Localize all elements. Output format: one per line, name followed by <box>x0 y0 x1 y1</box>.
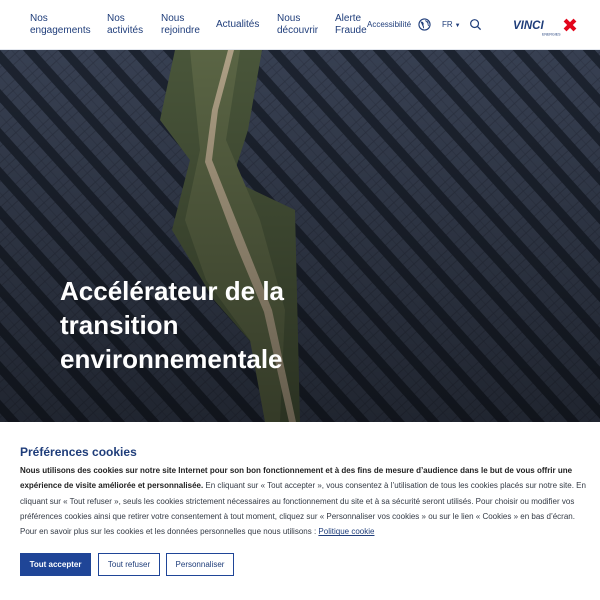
customize-button[interactable]: Personnaliser <box>166 553 234 576</box>
cookie-title: Préférences cookies <box>20 445 137 459</box>
cookie-policy-link[interactable]: Politique cookie <box>318 527 374 536</box>
site-header: Nos engagements Nos activités Nous rejoi… <box>0 0 600 50</box>
accessibility-link[interactable]: Accessibilité <box>367 20 411 30</box>
page: Nos engagements Nos activités Nous rejoi… <box>0 0 600 600</box>
search-icon[interactable] <box>469 18 482 31</box>
logo-subtitle: ENERGIES <box>542 33 561 37</box>
cookie-description: Nous utilisons des cookies sur notre sit… <box>20 463 588 539</box>
cookie-consent-panel: Préférences cookies Nous utilisons des c… <box>0 422 600 600</box>
logo-wordmark: VINCI <box>513 20 544 32</box>
chevron-down-icon: ▼ <box>454 23 461 29</box>
accept-all-button[interactable]: Tout accepter <box>20 553 91 576</box>
hero-banner: Accélérateur de la transition environnem… <box>0 50 600 422</box>
nav-item-alerte-fraude[interactable]: Alerte Fraude <box>335 13 367 37</box>
vinci-energies-logo[interactable]: VINCI ENERGIES <box>512 15 582 37</box>
refuse-all-button[interactable]: Tout refuser <box>98 553 160 576</box>
nav-item-rejoindre[interactable]: Nous rejoindre <box>161 13 200 37</box>
nav-item-actualites[interactable]: Actualités <box>216 19 259 31</box>
hero-title: Accélérateur de la transition environnem… <box>60 276 285 374</box>
language-selector[interactable]: FR ▼ <box>442 20 461 29</box>
nav-item-activites[interactable]: Nos activités <box>107 13 143 37</box>
nav-item-decouvrir[interactable]: Nous découvrir <box>277 13 318 37</box>
nav-item-engagements[interactable]: Nos engagements <box>30 13 91 37</box>
language-label: FR <box>442 20 453 29</box>
globe-icon[interactable] <box>418 18 431 31</box>
